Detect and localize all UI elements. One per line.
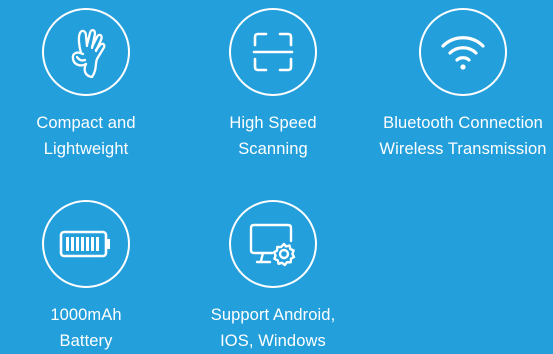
feature-label-line1: High Speed: [229, 114, 317, 132]
feature-high-speed-scanning: High Speed Scanning: [183, 8, 363, 162]
icon-circle: [42, 8, 130, 96]
scan-frame-icon: [252, 32, 294, 72]
battery-icon: [59, 230, 110, 258]
feature-bluetooth-wireless: Bluetooth Connection Wireless Transmissi…: [373, 8, 553, 162]
feature-label-line1: Bluetooth Connection: [383, 114, 543, 132]
icon-circle: [229, 8, 317, 96]
feature-label: Bluetooth Connection Wireless Transmissi…: [343, 110, 553, 162]
feature-compact-lightweight: Compact and Lightweight: [0, 8, 176, 162]
feature-label-line2: Lightweight: [43, 140, 129, 158]
feature-os-support: Support Android, IOS, Windows: [183, 200, 363, 354]
icon-circle: [229, 200, 317, 288]
features-panel: Compact and Lightweight High Speed Scann…: [0, 0, 553, 350]
feature-label-line2: Scanning: [238, 140, 308, 158]
feature-label-line2: Wireless Transmission: [379, 140, 547, 158]
feature-label-line1: Support Android,: [210, 306, 336, 324]
monitor-settings-icon: [249, 223, 296, 267]
feature-label-line2: IOS, Windows: [220, 332, 326, 350]
feature-label: High Speed Scanning: [183, 110, 363, 162]
feature-label-line1: 1000mAh: [50, 306, 122, 324]
feature-label: Compact and Lightweight: [0, 110, 176, 162]
feature-label-line2: Battery: [59, 332, 113, 350]
feature-battery: 1000mAh Battery: [0, 200, 176, 354]
feature-label: 1000mAh Battery: [0, 302, 176, 354]
feature-label-line1: Compact and: [36, 114, 136, 132]
feature-label: Support Android, IOS, Windows: [183, 302, 363, 354]
icon-circle: [419, 8, 507, 96]
wifi-icon: [441, 36, 485, 70]
icon-circle: [42, 200, 130, 288]
ok-hand-icon: [71, 28, 106, 79]
